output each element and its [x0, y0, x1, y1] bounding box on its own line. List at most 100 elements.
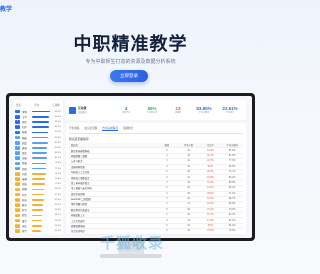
student-name: 郑洁: [22, 214, 27, 218]
tab-item[interactable]: 知识点掌握: [84, 126, 97, 131]
rank-badge: 3: [15, 120, 20, 124]
accuracy-value: 79.8%: [54, 162, 61, 165]
table-cell: 91.4%: [228, 225, 236, 228]
tab-item[interactable]: 学生成绩: [69, 126, 79, 131]
table-cell: 31: [187, 219, 190, 222]
hero-title: 中职精准教学: [73, 34, 188, 54]
table-cell: 6: [166, 160, 168, 163]
table-cell: 零件测量与检验: [71, 204, 88, 207]
tab-item[interactable]: 作业完成情况: [102, 126, 118, 131]
table-cell: 85.4%: [228, 187, 236, 190]
ranking-row[interactable]: 24 谢飞 51.2%: [15, 228, 61, 233]
ranking-header: 排名 学生 正确率: [15, 102, 61, 109]
tab-item[interactable]: 错题统计: [123, 126, 133, 131]
student-name: 宋佳: [22, 224, 27, 228]
table-cell: 76.5%: [228, 230, 236, 233]
table-cell: 32: [187, 149, 190, 152]
rank-badge: 15: [15, 182, 20, 187]
table-title: 知识点掌握情况: [69, 137, 89, 141]
table-cell: 机械装配工艺: [71, 215, 85, 218]
table-cell: 数控机床编程基础: [71, 150, 90, 153]
hero-subtitle: 专为中职师生打造的资源及数据分析系统: [85, 59, 176, 65]
col-knowledge-point[interactable]: 知识点: [69, 143, 156, 147]
rank-badge: 18: [15, 197, 20, 202]
table-cell: 钳工基本操作要点: [71, 182, 90, 185]
class-subtitle: 班级概况: [78, 112, 87, 114]
student-name: 吴敏: [22, 157, 27, 161]
stat-item: 83.85% 平均正确率: [191, 106, 217, 114]
ranking-list: 1 李明 98.1% 2 王华 96.4% 3 张伟 95.2% 4 刘洋 93.7% 5 陈静 91.0%…: [15, 109, 61, 234]
col-question-count[interactable]: 题量: [156, 143, 178, 147]
stat-item: 22.61% 平均提升: [217, 106, 243, 114]
table-cell: 综合实训项目: [71, 231, 85, 234]
table-cell: 84.3%: [228, 214, 236, 217]
accuracy-value: 85.6%: [54, 146, 61, 149]
table-cell: 19.4%: [207, 203, 214, 206]
table-cell: 5: [166, 171, 168, 174]
class-info: 互动课 班级概况: [78, 106, 87, 114]
rank-badge: 19: [15, 203, 20, 207]
rank-badge: 17: [15, 192, 20, 197]
accuracy-bar: [32, 157, 47, 160]
accuracy-bar: [32, 147, 48, 149]
table-row[interactable]: 综合实训项目 6 30 23.5% 76.5%: [69, 229, 243, 235]
table-cell: 12.4%: [207, 149, 214, 152]
brand-logo[interactable]: 教学: [0, 4, 12, 13]
table-cell: 17.9%: [207, 219, 214, 222]
rank-badge: 11: [15, 161, 20, 166]
table-cell: 15.7%: [207, 214, 214, 217]
accuracy-value: 65.3%: [54, 198, 61, 201]
table-cell: AutoCAD 二维绘图: [71, 199, 91, 202]
table-cell: 4: [166, 192, 168, 195]
rank-badge: 9: [15, 151, 20, 155]
table-body: 数控机床编程基础 5 32 12.4% 87.6% 机械制图三视图 4 32 18.1% 81.9…: [69, 148, 243, 235]
col-respondents[interactable]: 作答人数: [178, 143, 200, 147]
table-cell: 10.3%: [207, 198, 214, 201]
rank-badge: 1: [15, 109, 20, 114]
accuracy-value: 71.9%: [54, 183, 61, 186]
col-error-rate[interactable]: 错误率: [200, 143, 222, 147]
accuracy-value: 73.6%: [54, 178, 61, 181]
accuracy-bar: [32, 188, 45, 191]
monitor-frame: 排名 学生 正确率 1 李明 98.1% 2 王华 96.4% 3 张伟 95.2% 4 刘洋 93.…: [6, 93, 255, 241]
table-cell: 83.2%: [228, 176, 236, 179]
accuracy-bar: [32, 219, 43, 222]
student-name: 何平: [22, 193, 27, 197]
table-cell: 21.0%: [207, 208, 214, 211]
rank-badge: 10: [15, 156, 20, 161]
accuracy-value: 77.4%: [54, 167, 61, 170]
table-cell: 79.0%: [228, 208, 236, 211]
accuracy-bar: [32, 183, 45, 186]
stat-item: 13 错题数: [165, 106, 191, 114]
table-cell: 3: [166, 181, 168, 184]
table-cell: 32: [187, 165, 190, 168]
accuracy-value: 58.7%: [54, 214, 61, 217]
col-avg-accuracy[interactable]: 平均正确率: [221, 143, 243, 147]
rank-badge: 12: [15, 166, 20, 171]
table-cell: 3: [166, 214, 168, 217]
table-cell: 5: [166, 198, 168, 201]
accuracy-bar: [32, 115, 50, 118]
table-cell: 80.6%: [228, 203, 236, 206]
main-panel: 互动课 班级概况 4 布置作业 86% 平均提交率 13 错题数 83.85% 平均正确率 22…: [66, 100, 246, 235]
table-cell: 30: [187, 230, 190, 233]
accuracy-value: 91.0%: [54, 131, 61, 134]
accuracy-bar: [32, 173, 46, 175]
table-cell: 9.5%: [207, 165, 214, 168]
student-name: 周杰: [22, 152, 27, 156]
stats-group: 4 布置作业 86% 平均提交率 13 错题数 83.85% 平均正确率 22.61% 平均提升: [113, 106, 243, 114]
rank-badge: 16: [15, 187, 20, 192]
ranking-header-student: 学生: [34, 104, 40, 107]
student-name: 李明: [22, 110, 27, 114]
login-button[interactable]: 立即登录: [110, 70, 148, 82]
rank-badge: 24: [15, 229, 20, 233]
table-cell: 车削加工工艺分析: [71, 172, 90, 175]
table-cell: 31: [187, 203, 190, 206]
accuracy-value: 51.2%: [54, 229, 61, 232]
accuracy-bar: [32, 204, 44, 206]
table-cell: 金属材料性能: [71, 166, 85, 169]
accuracy-value: 87.3%: [54, 141, 61, 144]
accuracy-bar: [32, 167, 46, 170]
ranking-header-rate: 正确率: [52, 104, 60, 107]
ranking-header-rank: 排名: [16, 104, 22, 107]
